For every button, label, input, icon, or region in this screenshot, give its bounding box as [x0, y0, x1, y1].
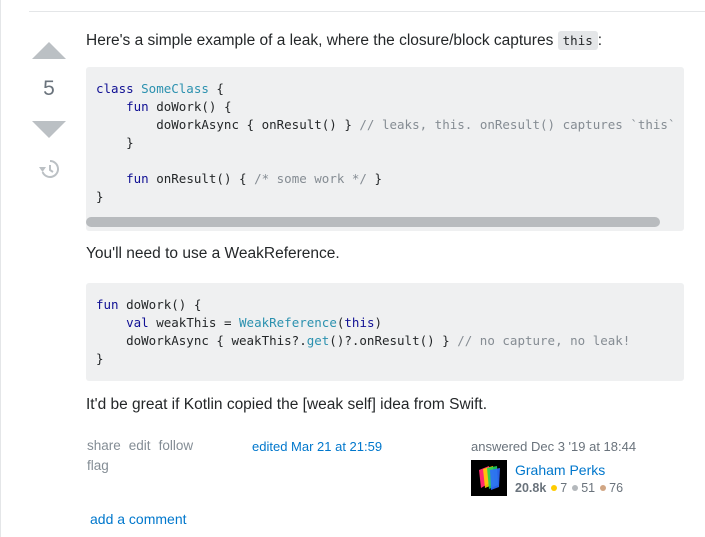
- answer-middle-text: You'll need to use a WeakReference.: [86, 245, 340, 262]
- user-name-link[interactable]: Graham Perks: [515, 462, 605, 478]
- reputation-score: 20.8k: [515, 481, 547, 495]
- history-icon[interactable]: [38, 158, 60, 180]
- code-block-1: class SomeClass { fun doWork() { doWorkA…: [86, 67, 684, 231]
- follow-link[interactable]: follow: [159, 438, 194, 453]
- silver-badge-icon: [572, 485, 579, 491]
- answered-timestamp: answered Dec 3 '19 at 18:44: [471, 439, 637, 454]
- edit-link[interactable]: edit: [129, 438, 151, 453]
- vote-down-arrow-icon[interactable]: [32, 121, 66, 138]
- intro-suffix: :: [597, 32, 603, 49]
- inline-code-this: this: [557, 31, 598, 50]
- vote-count: 5: [43, 77, 55, 100]
- gold-badge-icon: [551, 485, 558, 491]
- top-divider: [29, 11, 705, 12]
- bronze-badge-count: 76: [609, 481, 624, 495]
- flag-link[interactable]: flag: [87, 458, 109, 473]
- vote-up-arrow-icon[interactable]: [32, 42, 66, 59]
- bronze-badge-icon: [600, 485, 607, 491]
- code-block-1-text: class SomeClass { fun doWork() { doWorkA…: [96, 81, 676, 204]
- code-horizontal-scrollbar[interactable]: [86, 217, 684, 227]
- answer-intro: Here's a simple example of a leak, where…: [86, 31, 603, 50]
- post-menu: share edit follow flag: [87, 436, 201, 476]
- intro-text: Here's a simple example of a leak, where…: [86, 32, 558, 49]
- scrollbar-thumb[interactable]: [86, 217, 660, 227]
- code-block-2-text: fun doWork() { val weakThis = WeakRefere…: [96, 297, 631, 366]
- add-comment-link[interactable]: add a comment: [90, 511, 187, 527]
- user-avatar[interactable]: [471, 460, 507, 496]
- code-block-2: fun doWork() { val weakThis = WeakRefere…: [86, 283, 684, 381]
- left-border: [0, 0, 1, 537]
- silver-badge-count: 51: [581, 481, 596, 495]
- edited-link[interactable]: edited Mar 21 at 21:59: [252, 439, 382, 454]
- gold-badge-count: 7: [560, 481, 568, 495]
- share-link[interactable]: share: [87, 438, 121, 453]
- answer-closing-text: It'd be great if Kotlin copied the [weak…: [86, 396, 487, 413]
- user-reputation: 20.8k 7 51 76: [515, 481, 623, 495]
